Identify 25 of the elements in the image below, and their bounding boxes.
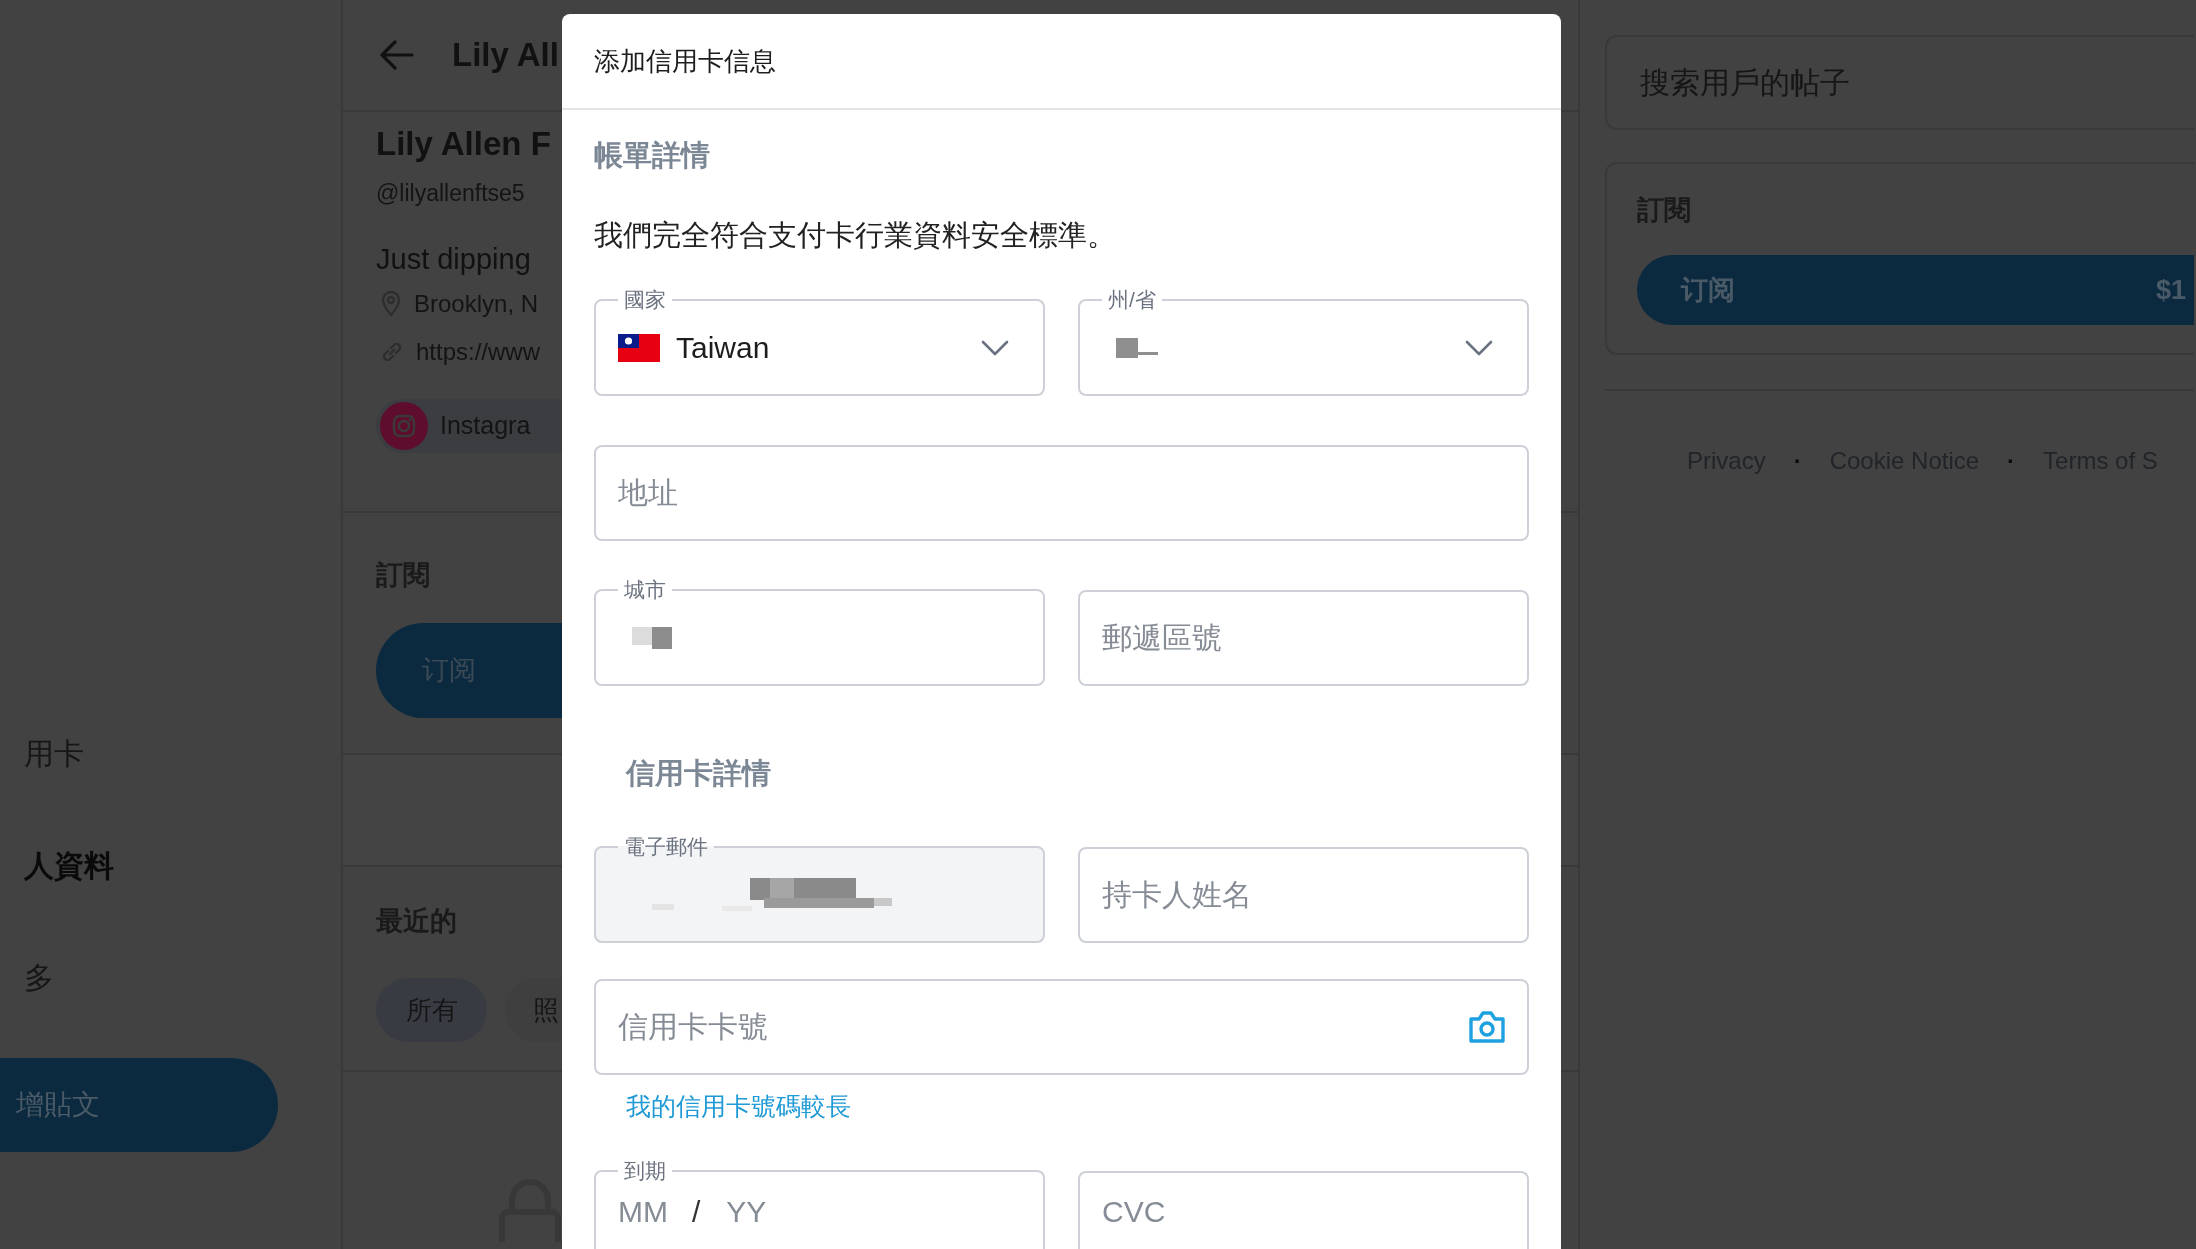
input-field[interactable]: 信用卡卡號 [594,979,1529,1075]
input-field[interactable]: 持卡人姓名 [1078,847,1529,943]
separator-dot: · [2007,446,2016,476]
security-notice: 我們完全符合支付卡行業資料安全標準。 [594,218,1117,253]
sidebar-item[interactable]: 人資料 [0,809,114,921]
input-field[interactable]: 郵遞區號 [1078,590,1529,686]
separator-dot: · [1793,446,1802,476]
new-post-button[interactable]: 增貼文 [0,1058,278,1152]
lock-icon [498,1178,562,1242]
caret-icon [1465,338,1493,357]
input-field[interactable]: 城市 [594,579,1045,686]
caret-icon [981,338,1009,357]
back-arrow-icon[interactable] [380,40,414,70]
select-field[interactable]: 國家 Taiwan [594,289,1045,396]
long-card-number-link[interactable]: 我的信用卡號碼較長 [594,1088,851,1124]
select-field[interactable]: 州/省 [1078,289,1529,396]
instagram-icon [380,402,428,450]
input-field[interactable]: 地址 [594,445,1529,541]
expiry-field[interactable]: 到期 MM / YY [594,1160,1045,1249]
camera-icon[interactable] [1467,1009,1507,1045]
subscribe-button[interactable]: 订阅 $1 [1637,255,2194,325]
section-heading: 帳單詳情 [594,138,711,173]
input-field[interactable]: CVC [1078,1171,1529,1249]
section-heading: 信用卡詳情 [624,756,772,791]
modal-title: 添加信用卡信息 [594,44,776,78]
